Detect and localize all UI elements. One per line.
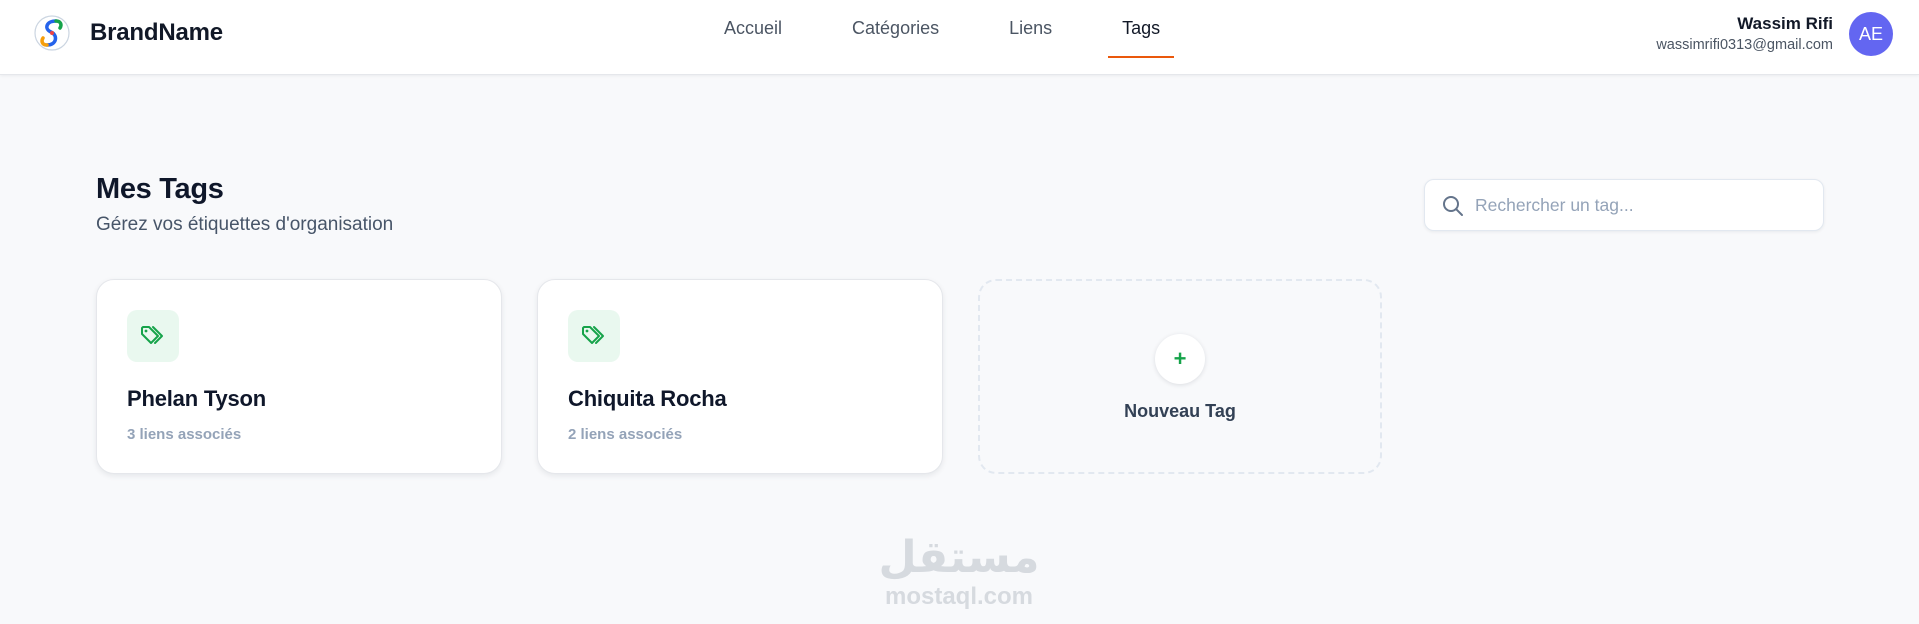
tag-card[interactable]: Chiquita Rocha 2 liens associés (537, 279, 943, 474)
user-info: Wassim Rifi wassimrifi0313@gmail.com (1656, 13, 1833, 55)
tag-icon-box (568, 310, 620, 362)
watermark: مستقل mostaql.com (876, 533, 1042, 611)
new-tag-card[interactable]: + Nouveau Tag (978, 279, 1382, 474)
nav-item-categories[interactable]: Catégories (838, 0, 953, 58)
new-tag-label: Nouveau Tag (1124, 401, 1236, 421)
tag-name: Phelan Tyson (127, 386, 266, 411)
brand[interactable]: BrandName (32, 13, 223, 53)
tag-card[interactable]: Phelan Tyson 3 liens associés (96, 279, 502, 474)
nav-item-tags[interactable]: Tags (1108, 0, 1175, 58)
tag-link-count: 2 liens associés (568, 426, 683, 443)
nav-item-accueil[interactable]: Accueil (710, 0, 796, 58)
watermark-arabic: مستقل (878, 532, 1040, 583)
nav-item-liens[interactable]: Liens (995, 0, 1066, 58)
brand-name: BrandName (90, 19, 223, 46)
tags-icon (141, 326, 163, 344)
user-name: Wassim Rifi (1737, 14, 1833, 33)
tags-icon (582, 326, 604, 344)
brand-logo-icon (34, 15, 70, 51)
page-subtitle: Gérez vos étiquettes d'organisation (96, 214, 394, 235)
avatar[interactable]: AE (1849, 12, 1893, 56)
search-input[interactable] (1475, 180, 1811, 230)
main-nav: Accueil Catégories Liens Tags (710, 0, 1216, 75)
user-menu[interactable]: Wassim Rifi wassimrifi0313@gmail.com AE (1656, 12, 1893, 56)
user-email: wassimrifi0313@gmail.com (1656, 37, 1833, 53)
search-icon (1443, 196, 1463, 216)
search-box (1424, 179, 1824, 231)
plus-icon[interactable]: + (1155, 334, 1205, 384)
watermark-latin: mostaql.com (884, 583, 1034, 610)
tag-name: Chiquita Rocha (568, 386, 727, 411)
tag-link-count: 3 liens associés (127, 426, 242, 443)
page-title: Mes Tags (96, 173, 224, 205)
top-navbar: BrandName Accueil Catégories Liens Tags … (0, 0, 1919, 75)
tag-icon-box (127, 310, 179, 362)
